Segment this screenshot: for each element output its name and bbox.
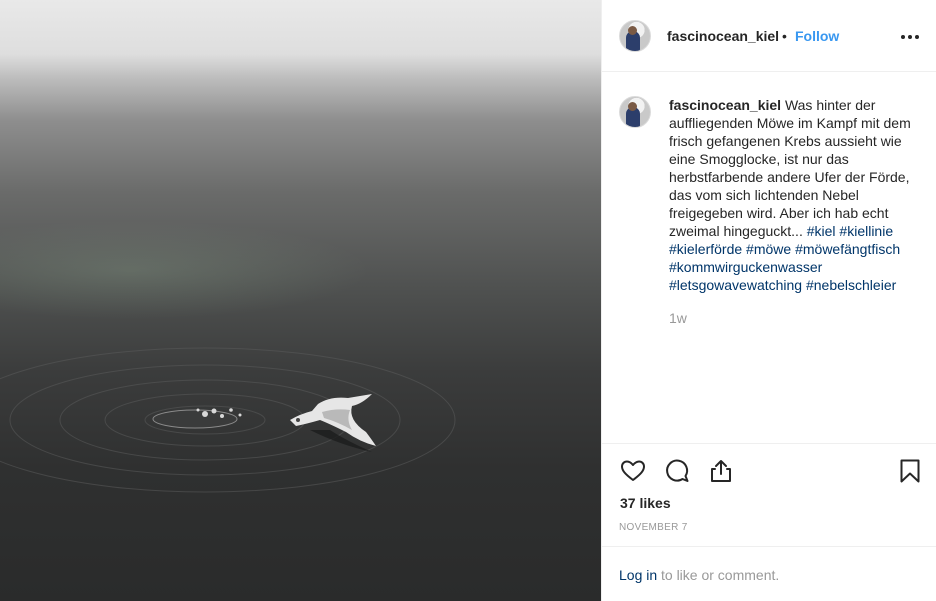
post-header: fascinocean_kiel • Follow (602, 0, 936, 72)
hashtag-link[interactable]: #möwe (746, 241, 791, 257)
follow-button[interactable]: Follow (795, 28, 839, 44)
hashtag-link[interactable]: #kiel (807, 223, 836, 239)
caption-avatar[interactable] (619, 96, 651, 128)
caption-time-ago[interactable]: 1w (669, 310, 687, 326)
post-date[interactable]: NOVEMBER 7 (619, 522, 688, 533)
seagull-water-illustration (0, 347, 456, 493)
login-link[interactable]: Log in (619, 567, 657, 583)
hashtag-link[interactable]: #nebelschleier (806, 277, 896, 293)
action-bar (602, 443, 936, 503)
separator-dot: • (782, 28, 787, 44)
post-sidebar: fascinocean_kiel • Follow fascinocean_ki… (601, 0, 936, 601)
login-prompt: Log in to like or comment. (602, 546, 936, 601)
more-options-icon[interactable] (900, 27, 920, 45)
hashtag-link[interactable]: #kiellinie (839, 223, 893, 239)
caption-username[interactable]: fascinocean_kiel (669, 97, 781, 113)
hashtag-link[interactable]: #letsgowavewatching (669, 277, 802, 293)
author-avatar[interactable] (619, 20, 651, 52)
login-prompt-text: to like or comment. (661, 567, 780, 583)
heart-icon[interactable] (620, 458, 646, 484)
bookmark-icon[interactable] (897, 458, 923, 484)
comment-icon[interactable] (664, 458, 690, 484)
likes-count[interactable]: 37 likes (620, 495, 671, 511)
post-caption: fascinocean_kiel Was hinter der aufflieg… (669, 96, 921, 294)
hashtag-link[interactable]: #möwefängtfisch (795, 241, 900, 257)
hashtag-link[interactable]: #kommwirguckenwasser (669, 259, 822, 275)
caption-text: Was hinter der auffliegenden Möwe im Kam… (669, 97, 911, 239)
post-photo[interactable] (0, 0, 601, 601)
share-icon[interactable] (708, 458, 734, 484)
author-username[interactable]: fascinocean_kiel (667, 28, 779, 44)
hashtag-link[interactable]: #kielerförde (669, 241, 742, 257)
